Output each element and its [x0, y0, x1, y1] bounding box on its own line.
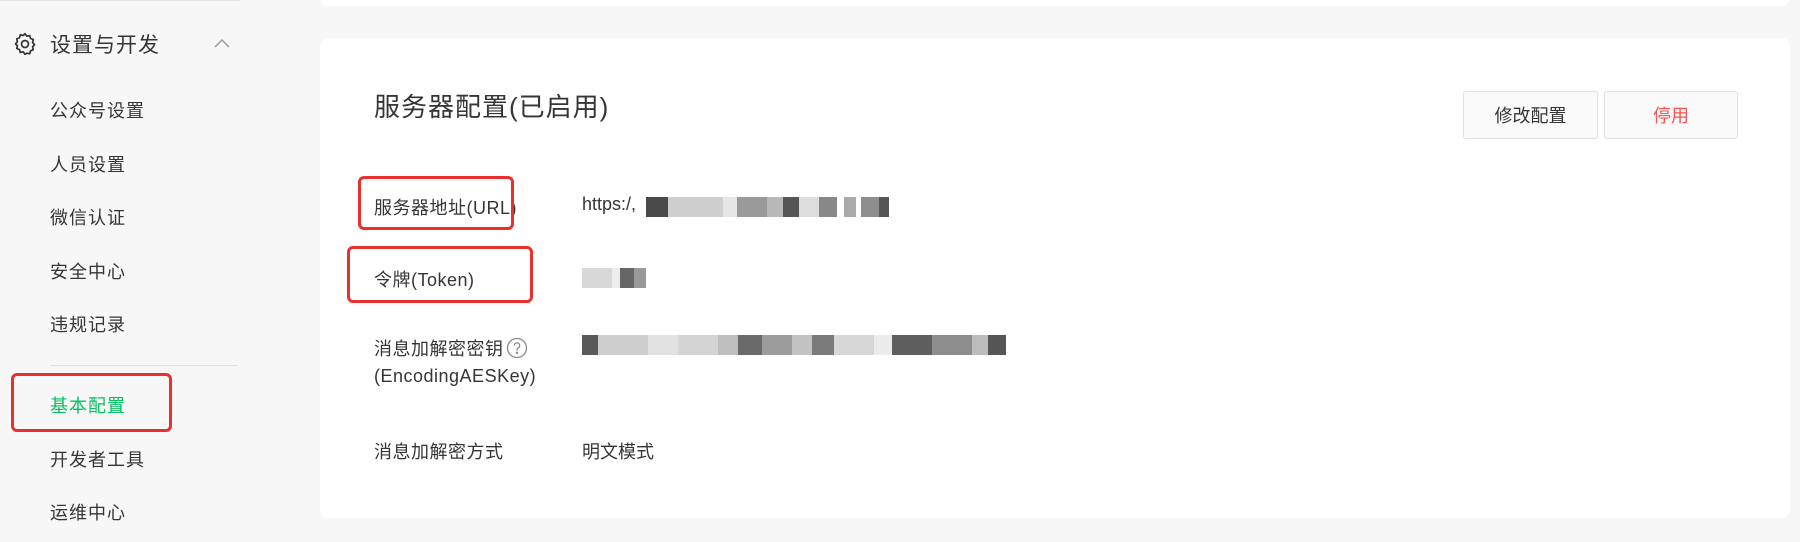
sidebar-item-ops-center[interactable]: 运维中心	[50, 498, 126, 528]
encryption-mode-value: 明文模式	[582, 442, 654, 462]
sidebar-divider	[50, 365, 238, 366]
server-url-prefix: https:/,	[582, 194, 637, 214]
sidebar-item-developer-tools[interactable]: 开发者工具	[50, 445, 145, 475]
sidebar-item-wechat-verification[interactable]: 微信认证	[50, 203, 126, 233]
sidebar-item-violation-records[interactable]: 违规记录	[50, 310, 126, 340]
gear-icon	[12, 31, 38, 57]
server-url-label: 服务器地址(URL)	[374, 198, 517, 218]
sidebar-item-security-center[interactable]: 安全中心	[50, 257, 126, 287]
previous-card	[320, 0, 1790, 6]
sidebar-item-basic-config[interactable]: 基本配置	[50, 391, 126, 421]
aes-key-label-line1: 消息加解密密钥	[374, 339, 504, 359]
chevron-up-icon[interactable]	[212, 34, 232, 54]
question-circle-icon[interactable]	[506, 337, 528, 359]
modify-config-button[interactable]: 修改配置	[1463, 91, 1598, 139]
encryption-mode-label: 消息加解密方式	[374, 442, 504, 462]
disable-button[interactable]: 停用	[1604, 91, 1738, 139]
sidebar-item-staff-settings[interactable]: 人员设置	[50, 150, 126, 180]
token-label: 令牌(Token)	[374, 270, 475, 290]
redacted-token	[582, 268, 662, 288]
section-title: 设置与开发	[50, 34, 160, 57]
sidebar-item-account-settings[interactable]: 公众号设置	[50, 96, 145, 126]
sidebar: 设置与开发 公众号设置 人员设置 微信认证 安全中心 违规记录 基本配置 开发者…	[0, 0, 240, 542]
sidebar-top-divider	[0, 0, 240, 1]
server-url-value: https:/,	[582, 194, 636, 215]
settings-dev-section-header[interactable]: 设置与开发	[12, 24, 232, 64]
card-title: 服务器配置(已启用)	[374, 92, 610, 122]
server-config-card: 服务器配置(已启用) 修改配置 停用 服务器地址(URL) https:/, 令…	[320, 38, 1790, 518]
redacted-url	[646, 197, 946, 217]
aes-key-label-line2: (EncodingAESKey)	[374, 366, 537, 386]
redacted-aes-key	[582, 335, 1032, 355]
aes-key-label: 消息加解密密钥	[374, 335, 528, 361]
